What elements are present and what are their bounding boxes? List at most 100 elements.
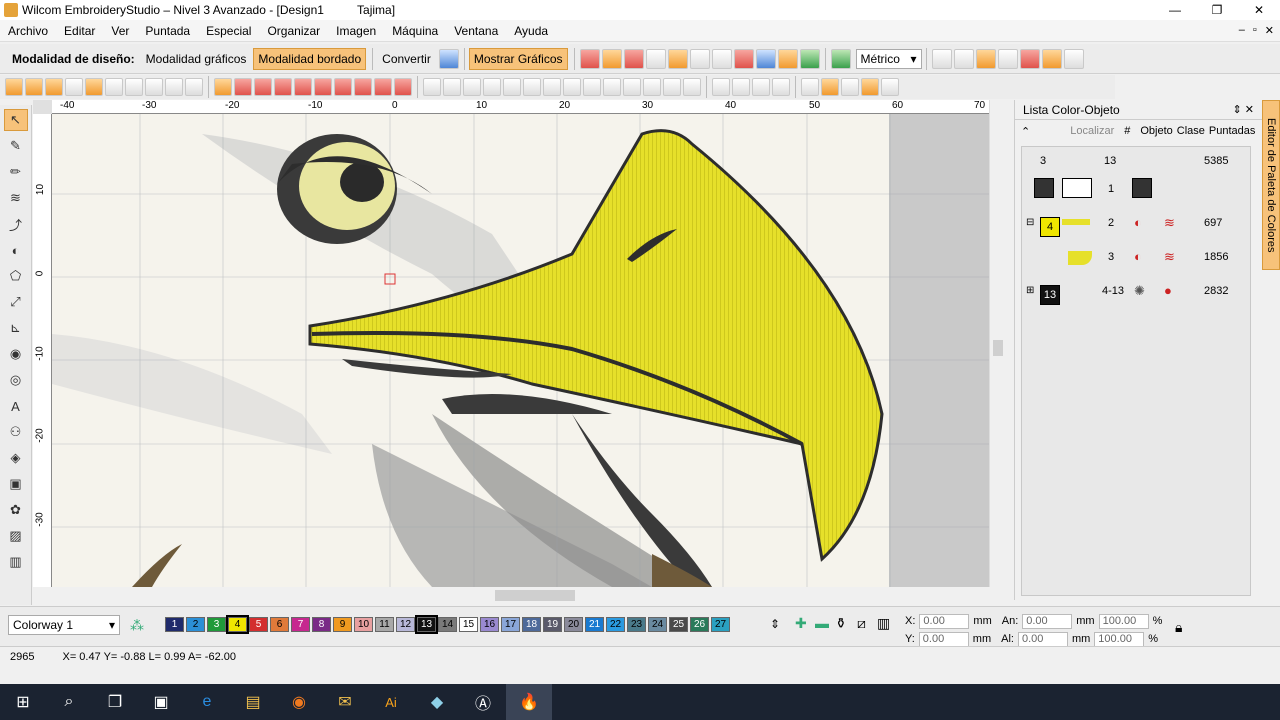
- palette-color-chip[interactable]: 15: [459, 617, 478, 632]
- palette-color-chip[interactable]: 11: [375, 617, 394, 632]
- mirror-icon[interactable]: [752, 78, 770, 96]
- file-explorer-icon[interactable]: ▤: [230, 684, 276, 720]
- add-color-icon[interactable]: ✚: [795, 615, 807, 632]
- menu-editar[interactable]: Editar: [56, 24, 103, 38]
- align-icon[interactable]: [483, 78, 501, 96]
- scroll-palette-icon[interactable]: ⇕: [770, 617, 780, 631]
- export-icon[interactable]: [1063, 48, 1084, 69]
- embroidery-mode-button[interactable]: Modalidad bordado: [253, 47, 367, 70]
- select-arrow-icon[interactable]: ↖: [3, 109, 28, 131]
- palette-color-chip[interactable]: 27: [711, 617, 730, 632]
- color-palette-editor-tab[interactable]: Editor de Paleta de Colores: [1262, 100, 1280, 270]
- collapse-icon[interactable]: ⊟: [1026, 217, 1034, 228]
- menu-archivo[interactable]: Archivo: [0, 24, 56, 38]
- palette-color-chip[interactable]: 5: [249, 617, 268, 632]
- remove-color-icon[interactable]: ▬: [815, 615, 829, 631]
- start-icon[interactable]: ⊞: [0, 684, 46, 720]
- align-icon[interactable]: [463, 78, 481, 96]
- tool-icon[interactable]: [165, 78, 183, 96]
- app-icon[interactable]: ◆: [414, 684, 460, 720]
- tool-icon[interactable]: [125, 78, 143, 96]
- stitch-angle-icon[interactable]: ⊾: [4, 317, 28, 339]
- grid-icon[interactable]: [689, 48, 710, 69]
- tool-icon[interactable]: [45, 78, 63, 96]
- stitch-type-icon[interactable]: [234, 78, 252, 96]
- colorway-select[interactable]: Colorway 1 ▾: [8, 615, 120, 635]
- tool-icon[interactable]: [85, 78, 103, 96]
- units-select[interactable]: Métrico ▾: [855, 48, 922, 69]
- person-icon[interactable]: [1019, 48, 1040, 69]
- outline-red-icon[interactable]: [623, 48, 644, 69]
- width-field[interactable]: 0.00: [1022, 613, 1073, 629]
- palette-color-chip[interactable]: 21: [585, 617, 604, 632]
- palette-color-chip[interactable]: 4: [226, 615, 249, 634]
- checkbox-icon[interactable]: [801, 78, 819, 96]
- image-icon[interactable]: [997, 48, 1018, 69]
- grid2-icon[interactable]: [711, 48, 732, 69]
- palette-color-chip[interactable]: 25: [669, 617, 688, 632]
- circle-tool-icon[interactable]: ◉: [4, 343, 28, 365]
- height-pct-field[interactable]: 100.00: [1094, 631, 1145, 647]
- puzzle-icon[interactable]: [1041, 48, 1062, 69]
- monogram-icon[interactable]: ⚇: [4, 421, 28, 443]
- palette-color-chip[interactable]: 2: [186, 617, 205, 632]
- spiral-tool-icon[interactable]: ◎: [4, 369, 28, 391]
- stitch-type-icon[interactable]: [254, 78, 272, 96]
- no-color-icon[interactable]: ⧄: [857, 615, 866, 632]
- hoop-icon[interactable]: [777, 48, 798, 69]
- stitch-type-icon[interactable]: [394, 78, 412, 96]
- tool-icon[interactable]: [65, 78, 83, 96]
- hatch-icon[interactable]: ▨: [4, 525, 28, 547]
- menu-ayuda[interactable]: Ayuda: [506, 24, 556, 38]
- mdi-close-button[interactable]: ✕: [1265, 24, 1274, 37]
- graphics-tool-icon[interactable]: ◐: [4, 239, 28, 261]
- align-icon[interactable]: [643, 78, 661, 96]
- list-item[interactable]: 1: [1022, 175, 1252, 205]
- align-icon[interactable]: [543, 78, 561, 96]
- reshape-icon[interactable]: ✎: [4, 135, 28, 157]
- palette-color-chip[interactable]: 13: [415, 615, 438, 634]
- mirror-icon[interactable]: [772, 78, 790, 96]
- tool-icon[interactable]: [105, 78, 123, 96]
- illustrator-icon[interactable]: Ai: [368, 684, 414, 720]
- convert-button[interactable]: Convertir: [377, 48, 436, 70]
- thread-chart-icon[interactable]: ▥: [877, 615, 890, 632]
- align-icon[interactable]: [683, 78, 701, 96]
- firefox-icon[interactable]: ◉: [276, 684, 322, 720]
- 3d-icon[interactable]: [145, 78, 163, 96]
- stitch-type-icon[interactable]: [314, 78, 332, 96]
- palette-color-chip[interactable]: 10: [354, 617, 373, 632]
- align-icon[interactable]: [623, 78, 641, 96]
- align-icon[interactable]: [503, 78, 521, 96]
- store-icon[interactable]: ▣: [138, 684, 184, 720]
- horizontal-scrollbar[interactable]: [40, 587, 989, 604]
- list-item[interactable]: 3 ◐ ≋ 1856: [1022, 243, 1252, 273]
- palette-color-chip[interactable]: 17: [501, 617, 520, 632]
- stitch-type-icon[interactable]: [374, 78, 392, 96]
- align-icon[interactable]: [563, 78, 581, 96]
- app-circle-icon[interactable]: Ⓐ: [460, 684, 506, 720]
- grid-view-icon[interactable]: [953, 48, 974, 69]
- palette-color-chip[interactable]: 1: [165, 617, 184, 632]
- align-icon[interactable]: [423, 78, 441, 96]
- palette-color-chip[interactable]: 18: [522, 617, 541, 632]
- minimize-button[interactable]: —: [1154, 0, 1196, 20]
- menu-maquina[interactable]: Máquina: [384, 24, 446, 38]
- vertical-scrollbar[interactable]: [989, 100, 1005, 587]
- g-icon[interactable]: [830, 48, 851, 69]
- settings-icon[interactable]: [931, 48, 952, 69]
- graphics-mode-button[interactable]: Modalidad gráficos: [141, 48, 252, 70]
- palette-color-chip[interactable]: 12: [396, 617, 415, 632]
- align-icon[interactable]: [523, 78, 541, 96]
- scroll-thumb[interactable]: [495, 590, 575, 601]
- tool-icon[interactable]: [5, 78, 23, 96]
- menu-puntada[interactable]: Puntada: [137, 24, 198, 38]
- thread-icon[interactable]: ⚱: [835, 615, 847, 632]
- filter-icon[interactable]: [841, 78, 859, 96]
- globe-icon[interactable]: [438, 48, 459, 69]
- restore-button[interactable]: ❐: [1196, 0, 1238, 20]
- run-tool-icon[interactable]: ⤴: [4, 213, 28, 235]
- edit-nodes-icon[interactable]: ⤢: [4, 291, 28, 313]
- stitch-type-icon[interactable]: [334, 78, 352, 96]
- motif-icon[interactable]: ✿: [4, 499, 28, 521]
